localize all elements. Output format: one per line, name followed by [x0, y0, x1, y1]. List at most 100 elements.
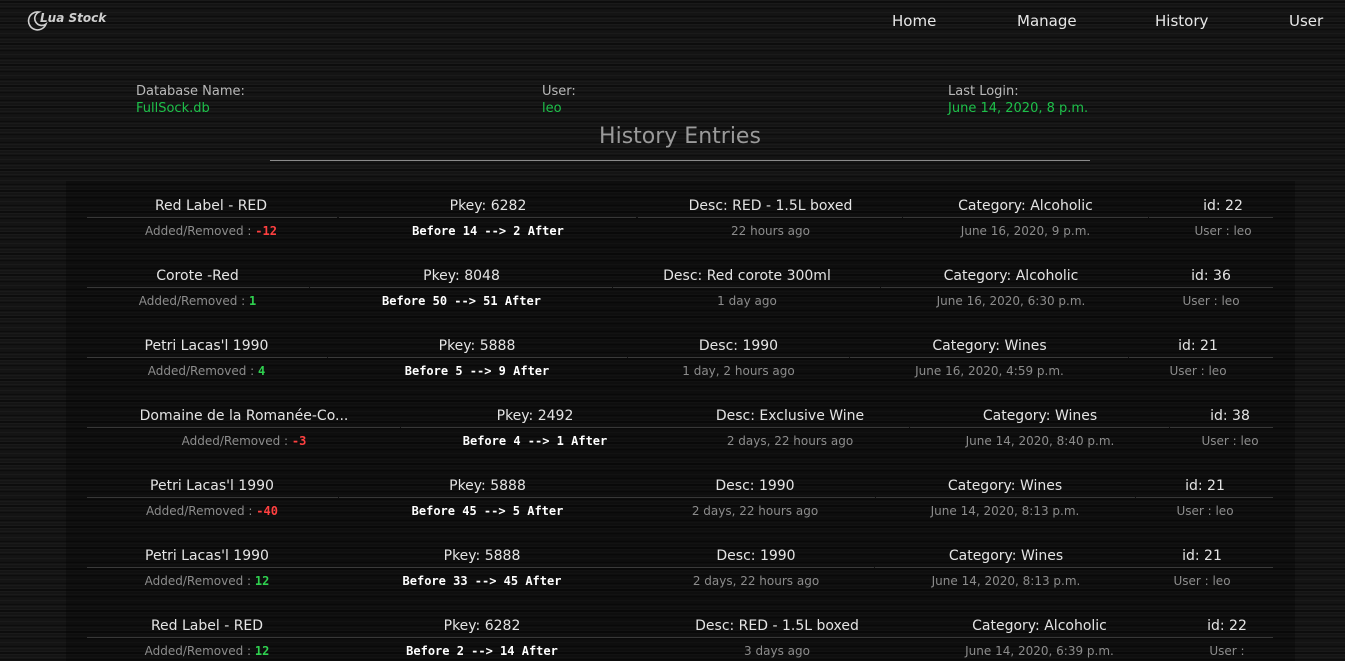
added-removed-label: Added/Removed :: [144, 574, 255, 588]
row-divider: [1162, 637, 1273, 638]
item-pkey: Pkey: 5888: [443, 548, 521, 564]
nav-manage-link[interactable]: Manage: [1017, 12, 1077, 30]
item-description: Desc: 1990: [716, 548, 796, 564]
item-name: Petri Lacas'l 1990: [144, 338, 269, 354]
row-divider: [636, 567, 874, 568]
time-ago: 2 days, 22 hours ago: [726, 434, 854, 448]
time-ago: 2 days, 22 hours ago: [692, 574, 820, 588]
row-divider: [87, 567, 327, 568]
quantity-change-value: 12: [254, 574, 270, 588]
before-after-value: Before 50 --> 51 After: [382, 294, 541, 308]
item-pkey: Pkey: 5888: [449, 478, 526, 494]
last-login-info: Last Login: June 14, 2020, 8 p.m.: [948, 83, 1088, 117]
history-entry[interactable]: Red Label - RED Pkey: 6282 Desc: RED - 1.5…: [0, 195, 1345, 265]
before-after-info: Before 2 --> 14 After: [327, 642, 637, 660]
added-removed-label: Added/Removed :: [144, 644, 255, 658]
row-divider: [903, 217, 1148, 218]
database-info: Database Name: FullSock.db: [136, 83, 245, 117]
added-removed-info: Added/Removed : 4: [87, 362, 326, 380]
item-name: Petri Lacas'l 1990: [145, 548, 269, 564]
app-logo[interactable]: Lua Stock: [26, 9, 106, 31]
row-divider: [850, 357, 1128, 358]
before-after-value: Before 4 --> 1 After: [462, 434, 608, 448]
user-label: User:: [542, 84, 576, 99]
item-category: Category: Wines: [932, 338, 1047, 354]
item-category: Category: Wines: [947, 478, 1063, 494]
before-after-info: Before 5 --> 9 After: [328, 362, 626, 380]
row-divider: [339, 217, 636, 218]
app-name: Lua Stock: [40, 11, 107, 25]
row-divider: [327, 637, 636, 638]
row-divider: [327, 567, 636, 568]
entry-user: User :: [1209, 644, 1245, 658]
history-entry[interactable]: Red Label - RED Pkey: 6282 Desc: RED - 1.5…: [0, 615, 1345, 661]
added-removed-label: Added/Removed :: [138, 294, 250, 308]
entry-user: User : leo: [1173, 574, 1231, 588]
quantity-change-value: -12: [255, 224, 277, 238]
time-ago: 1 day, 2 hours ago: [682, 364, 795, 378]
item-pkey: Pkey: 5888: [438, 338, 516, 354]
row-divider: [87, 357, 327, 358]
item-description: Desc: RED - 1.5L boxed: [695, 618, 859, 634]
row-divider: [636, 637, 917, 638]
entry-date: June 14, 2020, 6:39 p.m.: [965, 644, 1114, 658]
row-divider: [1136, 497, 1273, 498]
quantity-change-value: 1: [249, 294, 257, 308]
item-pkey: Pkey: 2492: [496, 408, 574, 424]
added-removed-label: Added/Removed :: [181, 434, 292, 448]
entry-user: User : leo: [1176, 504, 1234, 518]
item-category: Category: Wines: [948, 548, 1064, 564]
nav-user-link[interactable]: User: [1289, 12, 1323, 30]
row-divider: [87, 287, 309, 288]
title-divider: [270, 160, 1090, 161]
row-divider: [1170, 427, 1273, 428]
history-entry[interactable]: Petri Lacas'l 1990 Pkey: 5888 Desc: 1990 Ca…: [0, 335, 1345, 405]
row-divider: [1141, 287, 1273, 288]
item-description: Desc: RED - 1.5L boxed: [688, 198, 853, 214]
item-id: id: 21: [1178, 338, 1218, 354]
item-id: id: 38: [1210, 408, 1250, 424]
row-divider: [339, 497, 636, 498]
row-divider: [875, 567, 1137, 568]
item-pkey: Pkey: 8048: [423, 268, 500, 284]
row-divider: [401, 427, 670, 428]
entry-user: User : leo: [1194, 224, 1252, 238]
item-name: Red Label - RED: [150, 618, 264, 634]
row-divider: [628, 357, 849, 358]
page-title: History Entries: [599, 124, 761, 149]
nav-home-link[interactable]: Home: [892, 12, 936, 30]
item-id: id: 22: [1207, 618, 1247, 634]
entry-date: June 14, 2020, 8:13 p.m.: [930, 504, 1080, 518]
nav-history-link[interactable]: History: [1155, 12, 1208, 30]
history-entry[interactable]: Domaine de la Romanée-Co... Pkey: 2492 Des…: [0, 405, 1345, 475]
history-entry[interactable]: Corote -Red Pkey: 8048 Desc: Red corote 30…: [0, 265, 1345, 335]
database-name-label: Database Name:: [136, 84, 245, 99]
quantity-change-value: -40: [256, 504, 278, 518]
before-after-value: Before 5 --> 9 After: [404, 364, 550, 378]
time-ago: 1 day ago: [717, 294, 777, 308]
added-removed-label: Added/Removed :: [146, 504, 257, 518]
item-id: id: 21: [1182, 548, 1222, 564]
quantity-change-value: 12: [254, 644, 270, 658]
row-divider: [876, 497, 1135, 498]
entry-date: June 16, 2020, 6:30 p.m.: [936, 294, 1086, 308]
history-entry[interactable]: Petri Lacas'l 1990 Pkey: 5888 Desc: 1990 Ca…: [0, 545, 1345, 615]
item-pkey: Pkey: 6282: [449, 198, 527, 214]
item-category: Category: Alcoholic: [972, 618, 1107, 634]
before-after-value: Before 45 --> 5 After: [411, 504, 564, 518]
row-divider: [1129, 357, 1273, 358]
row-divider: [670, 427, 909, 428]
row-divider: [910, 427, 1169, 428]
item-category: Category: Wines: [982, 408, 1098, 424]
row-divider: [87, 427, 400, 428]
before-after-info: Before 14 --> 2 After: [338, 222, 638, 240]
item-description: Desc: Exclusive Wine: [715, 408, 865, 424]
added-removed-info: Added/Removed : 1: [87, 292, 308, 310]
time-ago: 3 days ago: [744, 644, 810, 658]
last-login-value: June 14, 2020, 8 p.m.: [948, 101, 1089, 116]
before-after-value: Before 33 --> 45 After: [402, 574, 562, 588]
history-entry[interactable]: Petri Lacas'l 1990 Pkey: 5888 Desc: 1990 Ca…: [0, 475, 1345, 545]
item-description: Desc: Red corote 300ml: [663, 268, 831, 284]
before-after-info: Before 45 --> 5 After: [340, 502, 635, 520]
row-divider: [310, 287, 612, 288]
